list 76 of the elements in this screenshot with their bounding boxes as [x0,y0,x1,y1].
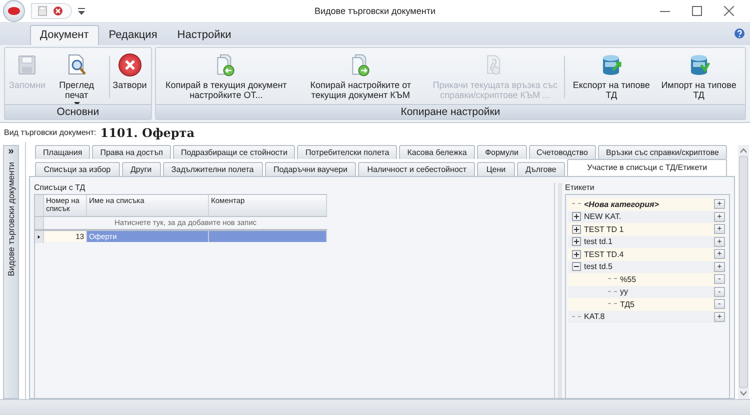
section-title: Етикети [565,183,596,192]
new-row-indicator [35,217,44,229]
tab[interactable]: Наличност и себестойност [358,162,476,176]
tab[interactable]: Потребителски полета [297,145,398,159]
tab[interactable]: Връзки със справки/скриптове [598,145,727,159]
row-action-button[interactable]: - [714,286,725,297]
side-panel[interactable]: » Видове търговски документи [3,145,19,399]
row-action-button[interactable]: + [714,262,725,272]
scroll-down-icon[interactable] [740,391,747,396]
row-action-button[interactable]: + [714,249,725,260]
expand-toggle-icon[interactable] [572,250,581,259]
tree-item[interactable]: test td.5 [584,262,711,272]
tab[interactable]: Задължителни полета [162,162,263,176]
close-icon [118,53,142,77]
row-action-button[interactable]: + [714,199,725,210]
ribbon-button[interactable]: Експорт на типове ТД [567,50,656,104]
row-action-button[interactable]: - [714,299,725,310]
tab[interactable]: Плащания [35,145,90,159]
expand-toggle-icon[interactable] [572,212,581,222]
tab[interactable]: Подаръчни ваучери [264,162,356,176]
ribbon-button[interactable]: Копирай настройките от текущия документ КЪМ [293,50,428,104]
maximize-icon[interactable] [692,6,702,16]
close-icon[interactable] [53,6,63,16]
tab[interactable]: Други [122,162,161,176]
ribbon-tab[interactable]: Настройки [167,25,242,45]
document-type-label: Вид търговски документ: [4,128,96,137]
window-title: Видове търговски документи [314,6,436,16]
tree-item[interactable]: %55 [620,274,711,284]
document-magnifier-icon [66,53,88,77]
row-action-button[interactable]: + [714,312,725,322]
document-arrow-icon [215,53,238,77]
tree-item[interactable]: уу [620,287,711,296]
table-cell[interactable] [209,231,327,242]
tree-item[interactable]: KAT.8 [584,312,711,322]
tab[interactable]: Участие в списъци с ТД/Етикети [567,159,727,176]
close-icon[interactable] [724,6,734,16]
tree-item[interactable]: TEST TD 1 [584,224,711,234]
expand-toggle-icon[interactable] [572,224,581,234]
customize-dropdown-icon[interactable] [78,8,85,14]
scrollbar[interactable] [738,145,749,399]
tab[interactable]: Списъци за избор [35,162,120,176]
row-action-button[interactable]: + [714,236,725,247]
tree-item[interactable]: <Нова категория> [584,200,711,209]
ribbon-button[interactable]: Копирай в текущия документ настройките ОТ... [158,50,294,104]
scroll-up-icon[interactable] [740,148,747,153]
group-label: Копиране настройки [156,104,745,119]
expand-toggle-icon[interactable] [572,237,581,246]
group-label: Основни [5,104,151,119]
expand-button[interactable]: » [8,146,14,158]
help-icon[interactable] [734,28,745,39]
tab[interactable]: Права на достъп [92,145,171,159]
row-indicator-header [35,195,44,216]
side-panel-title: Видове търговски документи [6,162,16,276]
tree-item[interactable]: TEST TD.4 [584,250,711,259]
document-arrow-icon [350,53,372,77]
row-action-button[interactable]: + [714,212,725,222]
app-menu-icon[interactable] [3,0,25,22]
tree-item[interactable]: ТД5 [620,300,711,309]
expand-toggle-icon[interactable] [572,262,581,272]
ribbon-button[interactable]: Импорт на типове ТД [656,50,742,104]
tree-item[interactable]: test td.1 [584,237,711,246]
ribbon-tab[interactable]: Редакция [98,25,168,45]
row-action-button[interactable]: - [714,274,725,284]
tree-item[interactable]: NEW KAT. [584,212,711,222]
row-action-button[interactable]: + [714,224,725,234]
tab[interactable]: Цени [477,162,515,176]
tab[interactable]: Дългове [516,162,566,176]
ribbon-button[interactable]: Затвори [112,50,148,104]
tab[interactable]: Подразбиращи се стойности [172,145,296,159]
document-type-name: 1101. Оферта [100,126,194,140]
section-title: Списъци с ТД [34,183,86,192]
tab[interactable]: Счетоводство [528,145,596,159]
ribbon-tab[interactable]: Документ [30,25,99,45]
tab[interactable]: Касова бележка [399,145,475,159]
current-row-icon [35,231,44,243]
tab[interactable]: Формули [476,145,527,159]
